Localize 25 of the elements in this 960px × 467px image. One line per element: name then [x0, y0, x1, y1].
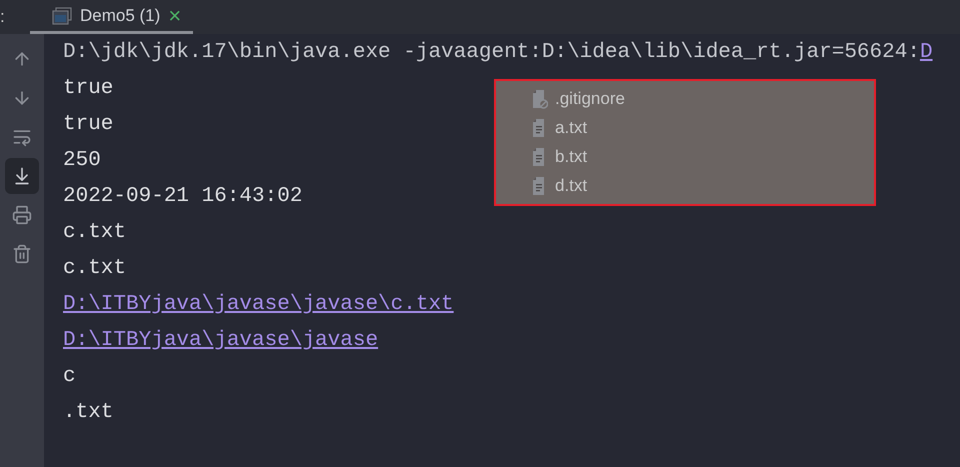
file-item[interactable]: b.txt — [496, 142, 874, 171]
console-output-line: .txt — [63, 401, 114, 424]
file-item[interactable]: d.txt — [496, 171, 874, 200]
close-button[interactable]: × — [168, 4, 182, 26]
printer-icon — [12, 205, 32, 225]
trash-icon — [12, 244, 32, 264]
console-window-icon — [52, 6, 72, 24]
file-item[interactable]: a.txt — [496, 113, 874, 142]
console-link[interactable]: D — [920, 35, 933, 71]
console-output-line: 2022-09-21 16:43:02 — [63, 185, 302, 208]
console-output-line: true — [63, 113, 114, 136]
console-output-line: c — [63, 365, 76, 388]
console-command: D:\jdk\jdk.17\bin\java.exe -javaagent:D:\idea\lib\idea_rt.jar=56624: — [63, 40, 920, 66]
console-output-line: 250 — [63, 149, 101, 172]
console-output-line: true — [63, 77, 114, 100]
tab-label: : — [0, 6, 6, 28]
file-item[interactable]: .gitignore — [496, 84, 874, 113]
console-output-line: c.txt — [63, 257, 126, 280]
tab-title: Demo5 (1) — [80, 4, 160, 27]
console-link[interactable]: D:\ITBYjava\javase\javase — [63, 329, 378, 352]
console-link[interactable]: D:\ITBYjava\javase\javase\c.txt — [63, 293, 454, 316]
console-tab[interactable]: Demo5 (1) × — [30, 0, 193, 34]
ignored-file-icon — [532, 88, 548, 108]
toolbar-button[interactable] — [5, 158, 39, 194]
console-output-line: c.txt — [63, 221, 126, 244]
